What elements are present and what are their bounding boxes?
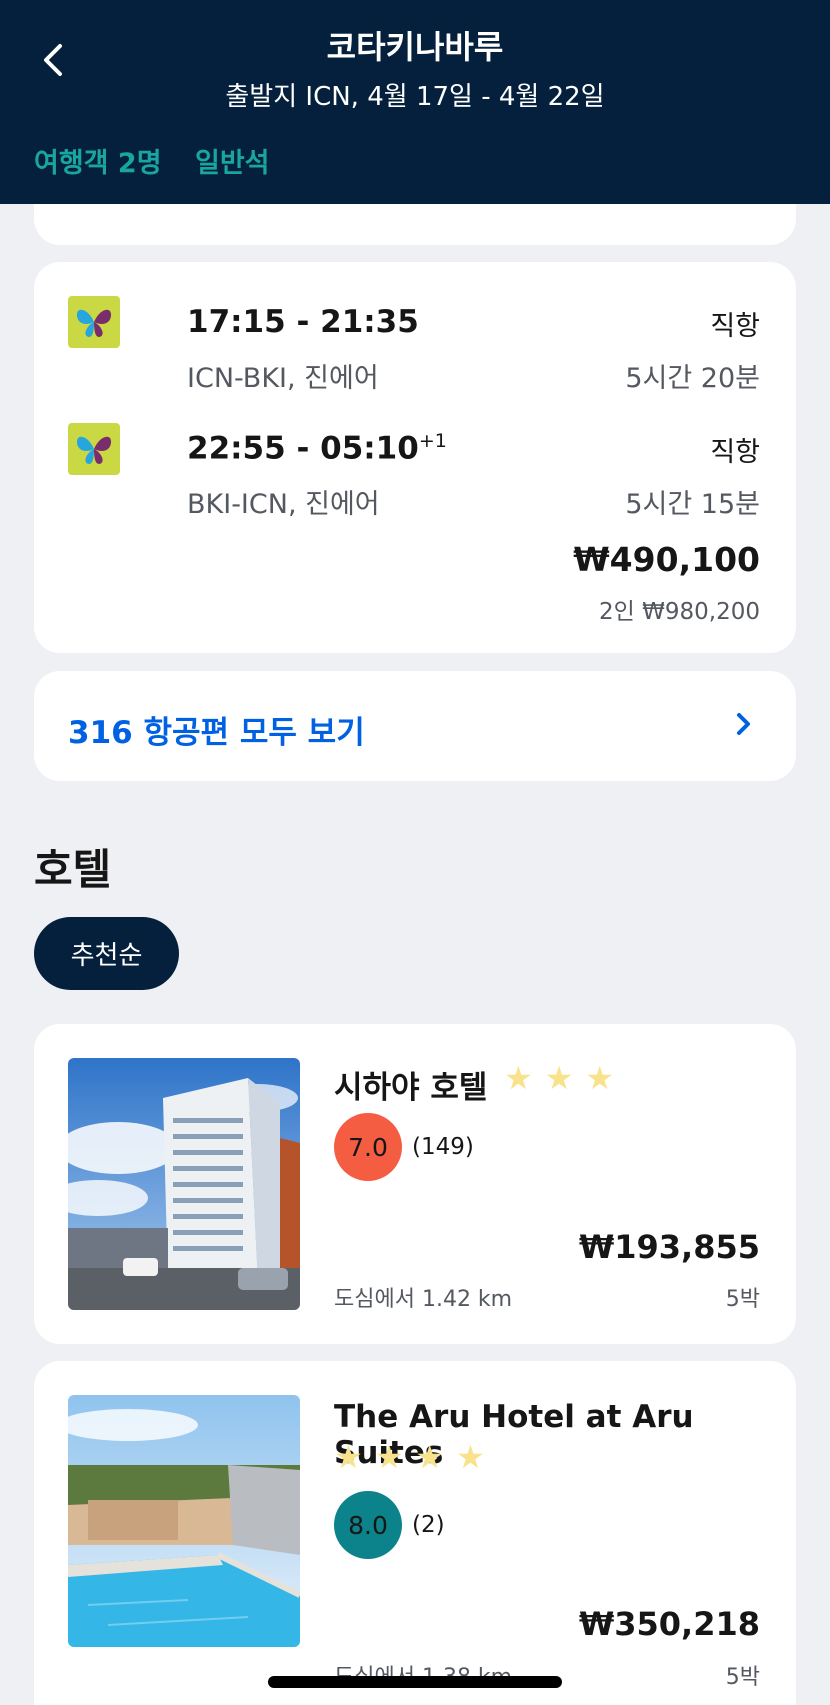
review-count: (2) xyxy=(412,1512,445,1538)
star-icon: ★ xyxy=(334,1438,363,1476)
airline-logo xyxy=(68,296,120,348)
outbound-duration: 5시간 20분 xyxy=(625,363,760,394)
nights-count: 5박 xyxy=(725,1287,760,1312)
butterfly-logo-icon xyxy=(76,309,112,337)
day-offset: +1 xyxy=(418,430,447,452)
star-icon: ★ xyxy=(585,1059,615,1097)
see-all-label: 316 항공편 모두 보기 xyxy=(68,715,365,751)
top-header: 코타키나바루 출발지 ICN, 4월 17일 - 4월 22일 여행객 2명 일… xyxy=(0,0,830,204)
inbound-duration: 5시간 15분 xyxy=(625,489,760,520)
star-icon: ★ xyxy=(456,1438,485,1476)
hotel-card[interactable]: 시하야 호텔 ★ ★ ★ 7.0 (149) ₩193,855 도심에서 1.4… xyxy=(34,1024,796,1344)
hotel-photo xyxy=(68,1395,300,1647)
star-rating: ★ ★ ★ xyxy=(504,1062,614,1094)
outbound-times: 17:15 - 21:35 xyxy=(187,304,419,340)
outbound-route: ICN-BKI, 진에어 xyxy=(187,363,379,394)
airline-logo xyxy=(68,423,120,475)
sort-chip-recommended[interactable]: 추천순 xyxy=(34,917,179,990)
hotel-card[interactable]: The Aru Hotel at Aru Suites ★ ★ ★ ★ 8.0 … xyxy=(34,1361,796,1705)
star-icon: ★ xyxy=(544,1059,574,1097)
trip-summary: 출발지 ICN, 4월 17일 - 4월 22일 xyxy=(225,82,605,112)
review-count: (149) xyxy=(412,1134,474,1160)
butterfly-logo-icon xyxy=(76,436,112,464)
star-rating: ★ ★ ★ ★ xyxy=(334,1441,485,1473)
chevron-right-icon xyxy=(737,713,750,735)
outbound-stops: 직항 xyxy=(710,311,760,342)
star-icon: ★ xyxy=(374,1438,404,1476)
hotel-name: 시하야 호텔 xyxy=(334,1070,488,1106)
nights-count: 5박 xyxy=(725,1665,760,1690)
cabin-selector[interactable]: 일반석 xyxy=(195,141,270,180)
home-indicator[interactable] xyxy=(268,1676,562,1688)
hotel-photo xyxy=(68,1058,300,1310)
star-icon: ★ xyxy=(504,1059,533,1097)
inbound-times: 22:55 - 05:10+1 xyxy=(187,430,447,467)
destination-title: 코타키나바루 xyxy=(326,28,504,66)
star-icon: ★ xyxy=(415,1438,445,1476)
distance-from-center: 도심에서 1.42 km xyxy=(334,1287,513,1312)
hotel-price: ₩350,218 xyxy=(578,1605,760,1643)
flight-result-card[interactable]: 17:15 - 21:35 ICN-BKI, 진에어 직항 5시간 20분 22… xyxy=(34,262,796,653)
price-per-person: ₩490,100 xyxy=(573,540,760,579)
see-all-flights-button[interactable]: 316 항공편 모두 보기 xyxy=(34,671,796,781)
inbound-route: BKI-ICN, 진에어 xyxy=(187,489,380,520)
hotels-section-title: 호텔 xyxy=(34,845,112,894)
review-score: 7.0 xyxy=(334,1113,402,1181)
total-price: 2인 ₩980,200 xyxy=(599,599,760,625)
travelers-selector[interactable]: 여행객 2명 xyxy=(34,141,162,180)
inbound-stops: 직항 xyxy=(710,437,760,468)
review-score: 8.0 xyxy=(334,1491,402,1559)
hotel-price: ₩193,855 xyxy=(578,1228,760,1266)
